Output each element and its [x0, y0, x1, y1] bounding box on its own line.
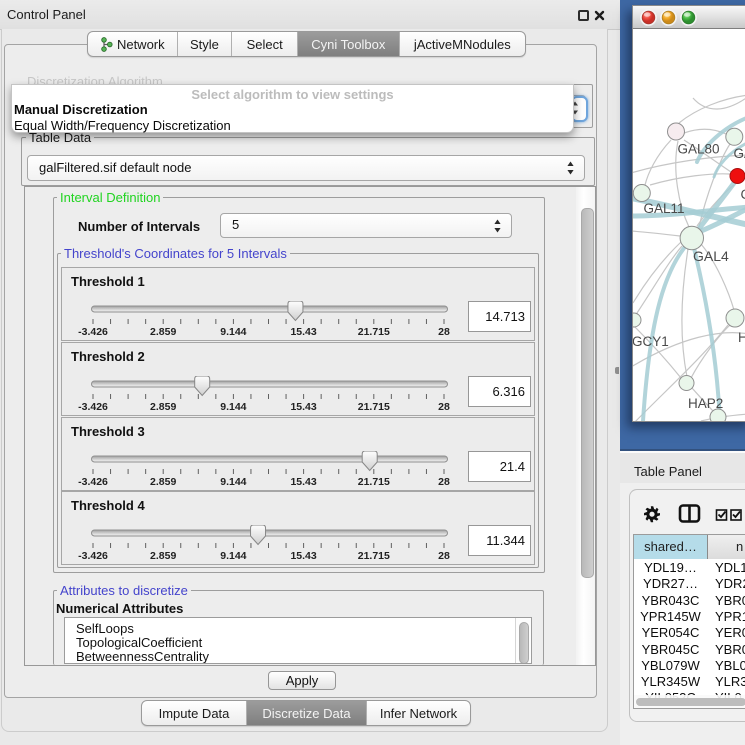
- svg-text:9.144: 9.144: [220, 401, 246, 413]
- svg-text:GA: GA: [734, 146, 745, 161]
- svg-text:CY: CY: [741, 187, 745, 202]
- svg-text:28: 28: [438, 326, 450, 338]
- svg-text:15.43: 15.43: [290, 476, 316, 488]
- svg-text:28: 28: [438, 476, 450, 488]
- svg-text:-3.426: -3.426: [78, 401, 108, 413]
- svg-text:15.43: 15.43: [290, 401, 316, 413]
- svg-text:-3.426: -3.426: [78, 326, 108, 338]
- svg-text:28: 28: [438, 401, 450, 413]
- svg-text:2.859: 2.859: [150, 401, 176, 413]
- svg-text:28: 28: [438, 550, 450, 562]
- svg-text:GAL80: GAL80: [678, 142, 720, 157]
- svg-text:21.715: 21.715: [358, 550, 390, 562]
- svg-text:GCY1: GCY1: [633, 334, 669, 349]
- svg-text:GAL11: GAL11: [644, 201, 685, 216]
- svg-text:15.43: 15.43: [290, 550, 316, 562]
- svg-text:9.144: 9.144: [220, 550, 246, 562]
- svg-text:-3.426: -3.426: [78, 476, 108, 488]
- svg-text:2.859: 2.859: [150, 476, 176, 488]
- svg-text:2.859: 2.859: [150, 326, 176, 338]
- svg-text:-3.426: -3.426: [78, 550, 108, 562]
- svg-text:9.144: 9.144: [220, 476, 246, 488]
- svg-text:21.715: 21.715: [358, 326, 390, 338]
- svg-text:21.715: 21.715: [358, 401, 390, 413]
- svg-text:GAL4: GAL4: [693, 248, 729, 264]
- svg-text:15.43: 15.43: [290, 326, 316, 338]
- svg-text:21.715: 21.715: [358, 476, 390, 488]
- svg-text:H: H: [738, 330, 745, 345]
- svg-text:HAP2: HAP2: [688, 396, 723, 411]
- svg-text:2.859: 2.859: [150, 550, 176, 562]
- svg-text:9.144: 9.144: [220, 326, 246, 338]
